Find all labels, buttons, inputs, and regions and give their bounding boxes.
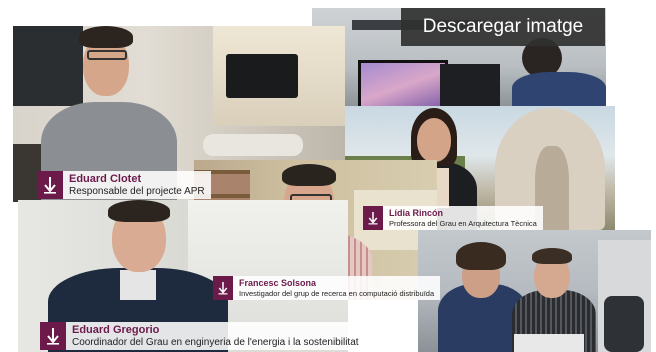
caption-lidia-rincon: Lídia Rincón Professora del Grau en Arqu… bbox=[363, 206, 543, 230]
photo-two-researchers bbox=[418, 230, 651, 352]
university-logo-icon bbox=[37, 171, 63, 199]
person-name: Lídia Rincón bbox=[389, 208, 443, 218]
download-image-button[interactable]: Descaregar imatge bbox=[401, 8, 605, 46]
person-role: Professora del Grau en Arquitectura Tècn… bbox=[389, 219, 537, 228]
university-logo-icon bbox=[213, 276, 233, 300]
red-chair bbox=[604, 296, 644, 352]
tv-monitor bbox=[226, 54, 298, 98]
person-role: Coordinador del Grau en enginyeria de l'… bbox=[72, 336, 359, 348]
university-logo-icon bbox=[40, 322, 66, 350]
caption-eduard-gregorio: Eduard Gregorio Coordinador del Grau en … bbox=[40, 322, 365, 350]
caption-eduard-clotet: Eduard Clotet Responsable del projecte A… bbox=[37, 171, 211, 199]
person-role: Responsable del projecte APR bbox=[69, 185, 205, 197]
person-role: Investigador del grup de recerca en comp… bbox=[239, 289, 435, 298]
university-logo-icon bbox=[363, 206, 383, 230]
caption-francesc-solsona: Francesc Solsona Investigador del grup d… bbox=[213, 276, 441, 300]
person-name: Eduard Gregorio bbox=[72, 323, 160, 336]
person-name: Eduard Clotet bbox=[69, 172, 142, 185]
person-name: Francesc Solsona bbox=[239, 278, 317, 288]
monitor-screen bbox=[358, 60, 448, 106]
